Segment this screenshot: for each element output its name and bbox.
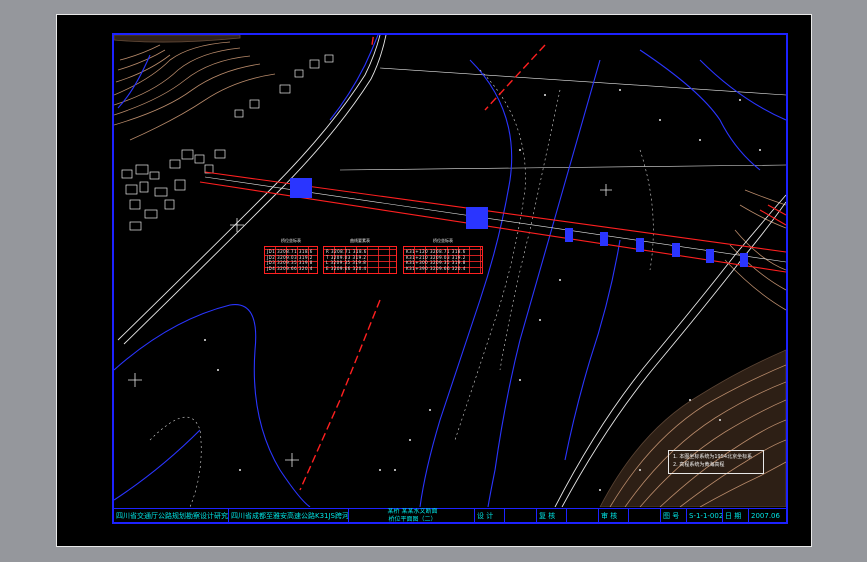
- notes-box: 1. 本图坐标系统为1954北京坐标系 2. 高程系统为黄海高程: [668, 450, 764, 474]
- note-line: 2. 高程系统为黄海高程: [673, 462, 725, 468]
- drawing-name-line1: 某桥 某某水文断面: [387, 508, 438, 515]
- table-header: 曲线要素表: [350, 238, 370, 243]
- table-row: JD4 3209.66 320.4: [267, 265, 313, 271]
- table-row: K31+390 3209.66 320.4: [406, 265, 466, 271]
- org-name: 四川省交通厅公路规划勘察设计研究院: [116, 512, 228, 520]
- check-label: 复 核: [536, 508, 566, 524]
- project-name: 四川省成都至雅安高速公路K31JS跨河桥: [228, 508, 348, 524]
- table-row: JD1 3208.71 318.6: [267, 249, 313, 254]
- design-label: 设 计: [474, 508, 504, 524]
- date-value: 2007.06: [748, 508, 786, 524]
- curve-table: 曲线要素表 R 3208.71 318.6 T 3209.03 319.2 L …: [323, 238, 397, 274]
- check-signature: [566, 508, 598, 524]
- table-row: E 3209.66 320.4: [326, 265, 367, 271]
- sheet-label: 图 号: [660, 508, 686, 524]
- table-header: 桥位坐标表: [433, 238, 453, 243]
- review-signature: [628, 508, 660, 524]
- date-label: 日 期: [722, 508, 748, 524]
- review-label: 审 核: [598, 508, 628, 524]
- coordinate-table-1: 桥位坐标表 JD1 3208.71 318.6 JD2 3209.03 319.…: [264, 238, 318, 274]
- note-line: 1. 本图坐标系统为1954北京坐标系: [673, 454, 753, 460]
- table-row: JD3 3209.35 319.8: [267, 260, 313, 265]
- coordinate-table-2: 桥位坐标表 K31+120 3208.71 318.6 K31+210 3209…: [403, 238, 483, 274]
- drawing-name-line2: 桥位平面图（二）: [388, 516, 437, 523]
- sheet-number: S-1-1-002: [686, 508, 722, 524]
- table-header: 桥位坐标表: [281, 238, 301, 243]
- drawing-name: 某桥 某某水文断面 桥位平面图（二）: [348, 508, 474, 524]
- design-signature: [504, 508, 536, 524]
